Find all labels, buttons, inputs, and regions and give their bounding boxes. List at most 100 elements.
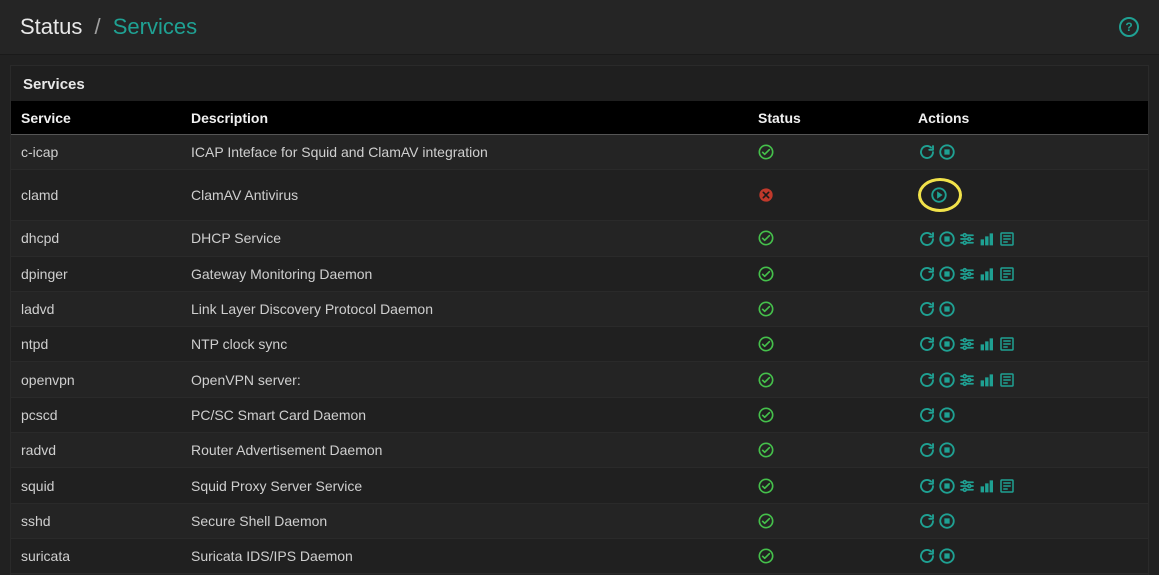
status-ok-icon — [758, 144, 898, 160]
cell-actions — [908, 397, 1148, 432]
cell-status — [748, 170, 908, 221]
cell-actions — [908, 327, 1148, 362]
log-icon[interactable] — [998, 335, 1016, 353]
breadcrumb-status[interactable]: Status — [20, 14, 82, 39]
table-row: suricataSuricata IDS/IPS Daemon — [11, 538, 1148, 573]
stop-icon[interactable] — [938, 230, 956, 248]
cell-description: DHCP Service — [181, 221, 748, 256]
restart-icon[interactable] — [918, 143, 936, 161]
table-row: radvdRouter Advertisement Daemon — [11, 433, 1148, 468]
col-header-service: Service — [11, 102, 181, 135]
cell-description: ICAP Inteface for Squid and ClamAV integ… — [181, 135, 748, 170]
restart-icon[interactable] — [918, 477, 936, 495]
table-row: ntpdNTP clock sync — [11, 327, 1148, 362]
cell-actions — [908, 468, 1148, 503]
stop-icon[interactable] — [938, 477, 956, 495]
restart-icon[interactable] — [918, 300, 936, 318]
stop-icon[interactable] — [938, 300, 956, 318]
graph-icon[interactable] — [978, 335, 996, 353]
table-row: c-icapICAP Inteface for Squid and ClamAV… — [11, 135, 1148, 170]
settings-icon[interactable] — [958, 371, 976, 389]
log-icon[interactable] — [998, 265, 1016, 283]
cell-actions — [908, 221, 1148, 256]
restart-icon[interactable] — [918, 406, 936, 424]
log-icon[interactable] — [998, 230, 1016, 248]
breadcrumb: Status / Services — [20, 14, 197, 40]
cell-service: suricata — [11, 538, 181, 573]
cell-service: ntpd — [11, 327, 181, 362]
cell-status — [748, 291, 908, 326]
stop-icon[interactable] — [938, 512, 956, 530]
graph-icon[interactable] — [978, 371, 996, 389]
cell-actions — [908, 362, 1148, 397]
cell-description: Gateway Monitoring Daemon — [181, 256, 748, 291]
start-icon[interactable] — [930, 186, 948, 204]
status-ok-icon — [758, 513, 898, 529]
page-header: Status / Services ? — [0, 0, 1159, 55]
restart-icon[interactable] — [918, 371, 936, 389]
status-ok-icon — [758, 442, 898, 458]
restart-icon[interactable] — [918, 512, 936, 530]
status-ok-icon — [758, 372, 898, 388]
status-bad-icon — [758, 187, 898, 203]
col-header-status: Status — [748, 102, 908, 135]
status-ok-icon — [758, 407, 898, 423]
cell-actions — [908, 503, 1148, 538]
table-row: squidSquid Proxy Server Service — [11, 468, 1148, 503]
cell-actions — [908, 433, 1148, 468]
cell-description: Link Layer Discovery Protocol Daemon — [181, 291, 748, 326]
restart-icon[interactable] — [918, 265, 936, 283]
settings-icon[interactable] — [958, 265, 976, 283]
stop-icon[interactable] — [938, 441, 956, 459]
status-ok-icon — [758, 301, 898, 317]
table-header-row: Service Description Status Actions — [11, 102, 1148, 135]
table-row: dpingerGateway Monitoring Daemon — [11, 256, 1148, 291]
cell-status — [748, 221, 908, 256]
cell-service: sshd — [11, 503, 181, 538]
settings-icon[interactable] — [958, 477, 976, 495]
status-ok-icon — [758, 336, 898, 352]
graph-icon[interactable] — [978, 230, 996, 248]
help-icon[interactable]: ? — [1119, 17, 1139, 37]
cell-status — [748, 503, 908, 538]
cell-description: Suricata IDS/IPS Daemon — [181, 538, 748, 573]
restart-icon[interactable] — [918, 441, 936, 459]
log-icon[interactable] — [998, 371, 1016, 389]
cell-service: ladvd — [11, 291, 181, 326]
cell-service: radvd — [11, 433, 181, 468]
cell-description: PC/SC Smart Card Daemon — [181, 397, 748, 432]
table-row: sshdSecure Shell Daemon — [11, 503, 1148, 538]
col-header-description: Description — [181, 102, 748, 135]
stop-icon[interactable] — [938, 335, 956, 353]
restart-icon[interactable] — [918, 335, 936, 353]
graph-icon[interactable] — [978, 477, 996, 495]
cell-status — [748, 538, 908, 573]
stop-icon[interactable] — [938, 371, 956, 389]
table-row: pcscdPC/SC Smart Card Daemon — [11, 397, 1148, 432]
graph-icon[interactable] — [978, 265, 996, 283]
status-ok-icon — [758, 478, 898, 494]
log-icon[interactable] — [998, 477, 1016, 495]
stop-icon[interactable] — [938, 547, 956, 565]
status-ok-icon — [758, 548, 898, 564]
stop-icon[interactable] — [938, 265, 956, 283]
cell-description: NTP clock sync — [181, 327, 748, 362]
cell-service: c-icap — [11, 135, 181, 170]
settings-icon[interactable] — [958, 335, 976, 353]
breadcrumb-services[interactable]: Services — [113, 14, 197, 39]
restart-icon[interactable] — [918, 230, 936, 248]
services-panel: Services Service Description Status Acti… — [10, 65, 1149, 575]
cell-description: ClamAV Antivirus — [181, 170, 748, 221]
cell-service: squid — [11, 468, 181, 503]
stop-icon[interactable] — [938, 143, 956, 161]
table-row: clamdClamAV Antivirus — [11, 170, 1148, 221]
cell-description: Squid Proxy Server Service — [181, 468, 748, 503]
stop-icon[interactable] — [938, 406, 956, 424]
cell-status — [748, 327, 908, 362]
cell-service: clamd — [11, 170, 181, 221]
cell-actions — [908, 256, 1148, 291]
restart-icon[interactable] — [918, 547, 936, 565]
settings-icon[interactable] — [958, 230, 976, 248]
cell-actions — [908, 291, 1148, 326]
cell-service: dpinger — [11, 256, 181, 291]
